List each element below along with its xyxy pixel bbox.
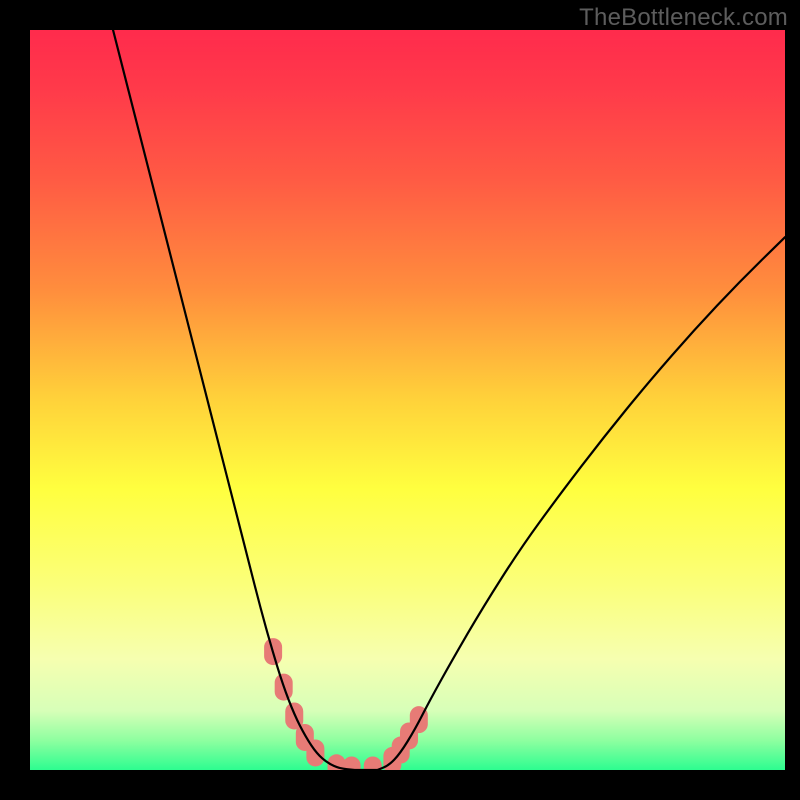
bottleneck-curve xyxy=(113,30,785,770)
plot-area xyxy=(30,30,785,770)
highlight-marker xyxy=(364,757,382,771)
marker-group xyxy=(264,638,428,770)
watermark-text: TheBottleneck.com xyxy=(579,4,788,32)
curve-layer xyxy=(30,30,785,770)
chart-stage: TheBottleneck.com xyxy=(0,0,800,800)
